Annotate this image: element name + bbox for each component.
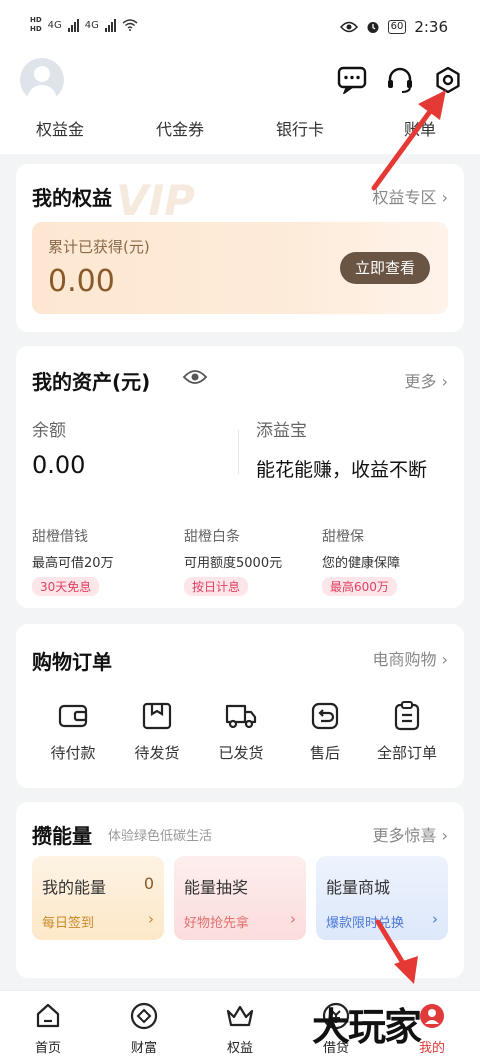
- energy-box-sub: 每日签到: [42, 916, 95, 931]
- product-desc: 可用额度5000元: [184, 556, 283, 571]
- home-icon: [36, 1003, 60, 1028]
- rights-title: 我的权益: [32, 186, 112, 210]
- tianyibao-block[interactable]: 添益宝 能花能赚，收益不断: [256, 416, 427, 482]
- chevron-right-icon: ›: [441, 372, 448, 391]
- my-assets-card: 我的资产(元) 更多 › 余额 0.00 添益宝 能花能赚，收益不断 甜橙借钱 …: [16, 346, 464, 608]
- annotation-arrow-my-tab: [375, 919, 418, 984]
- wallet-icon: [58, 704, 88, 728]
- alarm-icon: [367, 22, 379, 33]
- assets-more-link[interactable]: 更多 ›: [404, 368, 448, 392]
- chevron-right-icon: ›: [290, 910, 296, 928]
- box-icon: [142, 702, 172, 730]
- network-indicators: HD HD 4G 4G: [30, 16, 138, 34]
- hd-icon: HD HD: [30, 16, 42, 33]
- eye-toggle-icon[interactable]: [182, 368, 208, 386]
- vip-watermark: VIP: [116, 176, 195, 225]
- rights-summary: 累计已获得(元) 0.00 立即查看: [32, 222, 448, 314]
- product-tag: 30天免息: [32, 577, 100, 596]
- truck-icon: [225, 704, 257, 729]
- clock: 2:36: [414, 18, 448, 36]
- watermark-logo: 大玩家: [312, 1004, 422, 1049]
- wealth-icon: [130, 1002, 158, 1030]
- product-desc: 您的健康保障: [322, 556, 401, 571]
- product-name: 甜橙白条: [184, 529, 240, 545]
- energy-box-my-energy[interactable]: 我的能量 0 每日签到 ›: [32, 856, 164, 940]
- wifi-icon: [122, 19, 138, 31]
- order-shipped[interactable]: 已发货: [201, 700, 281, 763]
- nav-wealth[interactable]: 财富: [96, 991, 192, 1061]
- quick-tab-bank-cards[interactable]: 银行卡: [240, 114, 360, 154]
- product-tag: 按日计息: [184, 577, 249, 596]
- product-desc: 最高可借20万: [32, 556, 114, 571]
- balance-label: 余额: [32, 421, 66, 441]
- energy-box-title: 能量抽奖: [184, 878, 249, 897]
- quick-tab-vouchers[interactable]: 代金券: [120, 114, 240, 154]
- assets-title: 我的资产(元): [32, 370, 151, 394]
- order-all[interactable]: 全部订单: [367, 700, 447, 763]
- order-label: 全部订单: [376, 744, 437, 762]
- energy-count: 0: [143, 874, 154, 893]
- orders-more-label: 电商购物: [372, 650, 437, 669]
- tianyibao-label: 添益宝: [256, 421, 307, 441]
- chevron-right-icon: ›: [441, 826, 448, 845]
- product-name: 甜橙保: [322, 529, 364, 545]
- energy-box-lottery[interactable]: 能量抽奖 好物抢先拿 ›: [174, 856, 306, 940]
- orders-title: 购物订单: [32, 650, 112, 674]
- list-icon: [394, 701, 420, 731]
- order-pending-shipment[interactable]: 待发货: [117, 700, 197, 763]
- nav-home[interactable]: 首页: [0, 991, 96, 1061]
- message-icon: [337, 66, 367, 94]
- assets-more-label: 更多: [404, 372, 437, 391]
- shopping-orders-card: 购物订单 电商购物 › 待付款 待发货 已发货 售后 全部订单: [16, 624, 464, 788]
- order-label: 已发货: [218, 744, 264, 762]
- view-now-button[interactable]: 立即查看: [340, 252, 430, 284]
- product-item[interactable]: 甜橙保 您的健康保障 最高600万: [322, 526, 400, 596]
- energy-box-title: 我的能量: [42, 878, 107, 897]
- divider: [238, 430, 239, 474]
- product-name: 甜橙借钱: [32, 529, 88, 545]
- profile-icon: [420, 1004, 444, 1028]
- status-bar: HD HD 4G 4G 60 2:36: [0, 0, 480, 58]
- status-right: 60 2:36: [339, 18, 448, 36]
- nav-label: 财富: [130, 1041, 157, 1056]
- signal-icon-2: [104, 18, 116, 32]
- message-button[interactable]: [334, 62, 370, 98]
- orders-more-link[interactable]: 电商购物 ›: [372, 646, 448, 670]
- balance-value: 0.00: [32, 451, 86, 479]
- order-label: 待发货: [134, 744, 180, 762]
- tianyibao-slogan: 能花能赚，收益不断: [256, 459, 428, 481]
- nav-rights[interactable]: 权益: [192, 991, 288, 1061]
- quick-tab-rights-gold[interactable]: 权益金: [0, 114, 120, 154]
- energy-more-label: 更多惊喜: [372, 826, 437, 845]
- signal-icon: [67, 18, 79, 32]
- energy-box-sub: 好物抢先拿: [184, 916, 250, 931]
- annotation-arrow-settings: [371, 90, 446, 191]
- nav-label: 权益: [226, 1041, 253, 1056]
- product-item[interactable]: 甜橙白条 可用额度5000元 按日计息: [184, 526, 282, 596]
- nav-label: 首页: [34, 1041, 61, 1056]
- eye-icon: [339, 21, 358, 33]
- energy-title: 攒能量: [32, 824, 92, 848]
- order-after-sales[interactable]: 售后: [285, 700, 365, 763]
- rights-label: 累计已获得(元): [48, 238, 150, 256]
- rights-value: 0.00: [48, 264, 115, 299]
- chevron-right-icon: ›: [441, 650, 448, 669]
- order-label: 待付款: [50, 744, 96, 762]
- crown-icon: [226, 1005, 254, 1027]
- return-icon: [311, 702, 339, 730]
- energy-more-link[interactable]: 更多惊喜 ›: [372, 822, 448, 846]
- battery-icon: 60: [387, 20, 407, 34]
- order-pending-payment[interactable]: 待付款: [33, 700, 113, 763]
- energy-subtitle: 体验绿色低碳生活: [108, 829, 213, 844]
- order-label: 售后: [309, 744, 340, 762]
- product-item[interactable]: 甜橙借钱 最高可借20万 30天免息: [32, 526, 114, 596]
- network-right-label: 4G: [84, 19, 99, 31]
- avatar[interactable]: [20, 58, 64, 102]
- network-left-label: 4G: [47, 19, 62, 31]
- energy-box-title: 能量商城: [326, 878, 391, 897]
- chevron-right-icon: ›: [148, 910, 154, 928]
- product-tag: 最高600万: [322, 577, 397, 596]
- balance-block[interactable]: 余额 0.00: [32, 416, 85, 479]
- chevron-right-icon: ›: [432, 910, 438, 928]
